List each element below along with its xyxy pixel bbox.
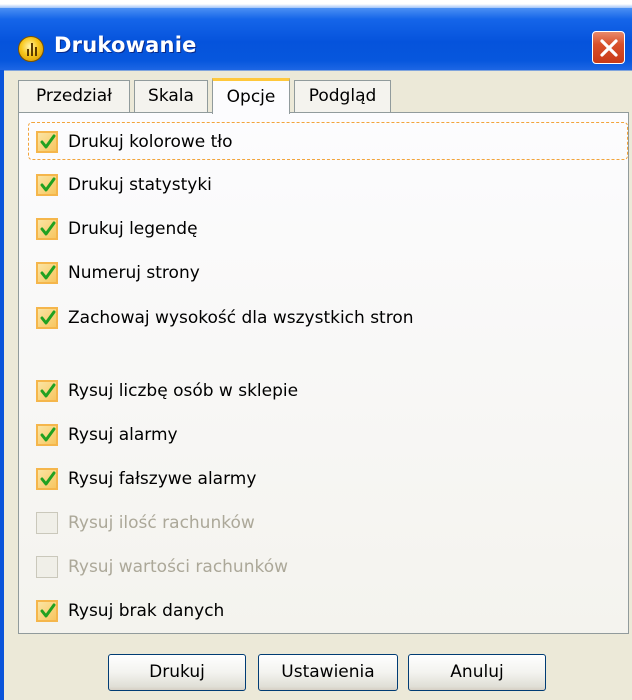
checkmark-icon xyxy=(40,471,56,486)
option-checkbox[interactable] xyxy=(36,424,58,446)
close-icon xyxy=(600,39,618,57)
option-label: Rysuj fałszywe alarmy xyxy=(68,469,257,489)
tab-przedzial[interactable]: Przedział xyxy=(18,80,130,112)
option-checkbox xyxy=(36,556,58,578)
app-icon[interactable] xyxy=(18,36,44,62)
option-label: Rysuj ilość rachunków xyxy=(68,513,255,533)
window-title: Drukowanie xyxy=(54,33,197,57)
tab-opcje[interactable]: Opcje xyxy=(212,78,290,114)
option-checkbox[interactable] xyxy=(36,131,58,153)
close-button[interactable] xyxy=(592,31,625,64)
option-checkbox[interactable] xyxy=(36,174,58,196)
option-label: Zachowaj wysokość dla wszystkich stron xyxy=(68,308,414,328)
option-label: Rysuj alarmy xyxy=(68,425,178,445)
checkmark-icon xyxy=(40,177,56,192)
option-checkbox[interactable] xyxy=(36,380,58,402)
title-bar[interactable]: Drukowanie xyxy=(0,0,632,78)
option-label: Rysuj brak danych xyxy=(68,601,225,621)
tab-skala[interactable]: Skala xyxy=(134,80,208,112)
print-dialog: Drukowanie Przedział Skala Opcje Podgląd… xyxy=(0,0,632,700)
checkmark-icon xyxy=(40,383,56,398)
cancel-button[interactable]: Anuluj xyxy=(408,654,546,691)
option-checkbox xyxy=(36,512,58,534)
window-frame xyxy=(0,70,4,700)
tab-podglad[interactable]: Podgląd xyxy=(294,80,391,112)
option-checkbox[interactable] xyxy=(36,218,58,240)
option-label: Rysuj wartości rachunków xyxy=(68,557,289,577)
option-checkbox[interactable] xyxy=(36,262,58,284)
option-label: Rysuj liczbę osób w sklepie xyxy=(68,381,299,401)
checkmark-icon xyxy=(40,221,56,236)
option-checkbox[interactable] xyxy=(36,600,58,622)
settings-button[interactable]: Ustawienia xyxy=(258,654,398,691)
option-label: Numeruj strony xyxy=(68,263,200,283)
checkmark-icon xyxy=(40,310,56,325)
option-label: Drukuj statystyki xyxy=(68,175,212,195)
print-button[interactable]: Drukuj xyxy=(108,654,246,691)
checkmark-icon xyxy=(40,427,56,442)
checkmark-icon xyxy=(40,265,56,280)
option-label: Drukuj legendę xyxy=(68,219,198,239)
option-checkbox[interactable] xyxy=(36,307,58,329)
option-checkbox[interactable] xyxy=(36,468,58,490)
checkmark-icon xyxy=(40,134,56,149)
checkmark-icon xyxy=(40,603,56,618)
option-label: Drukuj kolorowe tło xyxy=(68,132,233,152)
